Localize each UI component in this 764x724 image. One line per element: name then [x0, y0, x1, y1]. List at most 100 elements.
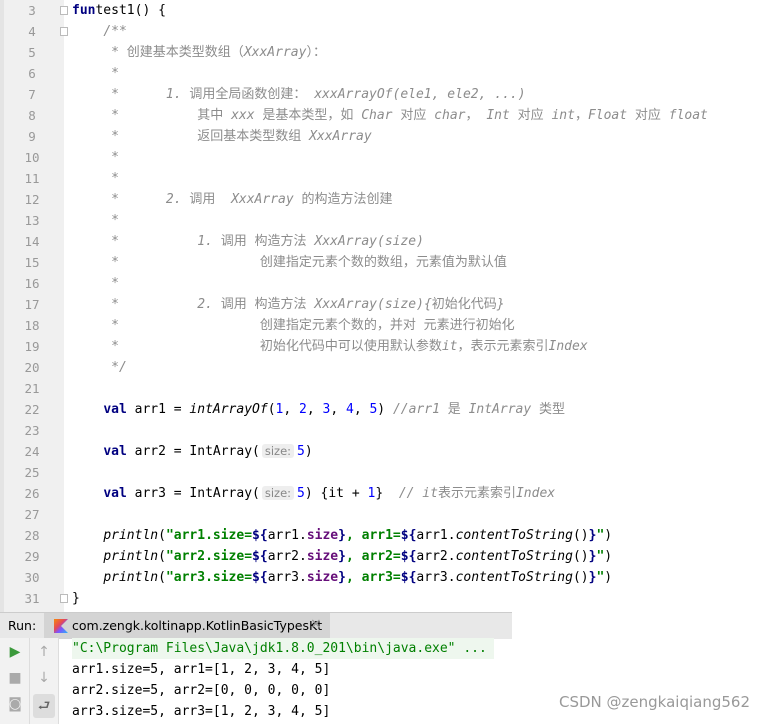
- run-tab-title: com.zengk.koltinapp.KotlinBasicTypesKt: [72, 618, 323, 633]
- code-token: (: [158, 549, 166, 564]
- code-token: * 1.: [72, 234, 221, 249]
- code-token: ${: [252, 570, 268, 585]
- code-token: *: [72, 129, 198, 144]
- code-token: 2: [299, 402, 307, 417]
- fold-icon[interactable]: [60, 6, 68, 15]
- code-token: (): [572, 570, 589, 585]
- code-token: }: [375, 486, 399, 501]
- code-token: contentToString: [455, 570, 573, 585]
- code-token: XxxArray: [231, 192, 302, 207]
- code-token: arr1 =: [126, 402, 190, 417]
- code-token: "arr1.size=: [165, 528, 253, 543]
- code-token: XxxArray: [309, 129, 372, 144]
- code-token: *: [72, 276, 119, 291]
- code-token: (: [158, 528, 166, 543]
- line-number: 23: [24, 423, 40, 438]
- code-token: ,: [330, 402, 346, 417]
- code-token: *: [72, 339, 260, 354]
- code-line: * 创建指定元素个数的数组，元素值为默认值: [72, 252, 507, 273]
- code-token: ,: [283, 402, 300, 417]
- fold-icon[interactable]: [60, 27, 68, 36]
- line-gutter: 3 4 5 6 7 8 9 10 11 12 13 14 15 16 17 18 19 20 21 22 23 24 25 2…: [0, 0, 64, 612]
- code-token: // it: [398, 486, 438, 501]
- line-number: 4: [28, 24, 36, 39]
- code-token: 表示元素索引: [437, 486, 516, 501]
- code-line: *: [72, 168, 119, 189]
- line-number: 21: [24, 381, 40, 396]
- code-token: 5: [297, 486, 305, 501]
- code-token: 对应: [400, 108, 435, 123]
- code-token: (: [267, 402, 276, 417]
- code-token: fun: [72, 3, 96, 18]
- code-token: arr1.: [267, 528, 307, 543]
- run-tab[interactable]: com.zengk.koltinapp.KotlinBasicTypesKt ×: [44, 613, 330, 639]
- code-line: */: [72, 357, 127, 378]
- code-token: IntArray: [468, 402, 540, 417]
- code-token: test1() {: [95, 3, 166, 18]
- code-token: 是: [447, 402, 469, 417]
- code-token: val: [103, 402, 127, 417]
- code-token: int: [551, 108, 575, 123]
- code-token: ): [604, 570, 613, 585]
- close-icon[interactable]: ×: [310, 616, 322, 632]
- code-token: (): [572, 549, 589, 564]
- code-token: *: [72, 213, 119, 228]
- console-output-line: arr1.size=5, arr1=[1, 2, 3, 4, 5]: [72, 662, 331, 677]
- code-token: arr3.: [416, 570, 456, 585]
- arrow-up-icon[interactable]: ↑: [34, 644, 54, 660]
- code-token: 对应: [517, 108, 552, 123]
- line-number: 19: [24, 339, 40, 354]
- code-token: ,: [306, 402, 323, 417]
- code-token: }: [338, 549, 346, 564]
- code-editor[interactable]: 3 4 5 6 7 8 9 10 11 12 13 14 15 16 17 18 19 20 21 22 23 24 25 2…: [0, 0, 764, 612]
- line-number: 8: [28, 108, 36, 123]
- code-token: ): [604, 528, 613, 543]
- code-token: size: [306, 549, 339, 564]
- code-token: 调用: [189, 192, 232, 207]
- parameter-hint: size:: [261, 486, 295, 500]
- code-token: size: [306, 528, 339, 543]
- code-line: * 1. 调用全局函数创建： xxxArrayOf(ele1, ele2, ..…: [72, 84, 525, 105]
- code-token: *: [72, 318, 260, 333]
- line-number: 28: [24, 528, 40, 543]
- line-number: 7: [28, 87, 36, 102]
- code-token: size: [306, 570, 339, 585]
- arrow-down-icon[interactable]: ↓: [34, 670, 54, 686]
- line-number: 14: [24, 234, 40, 249]
- stop-icon[interactable]: ■: [5, 670, 25, 686]
- code-token: Int: [486, 108, 518, 123]
- code-token: println: [103, 549, 159, 564]
- code-line: * 创建基本类型数组（XxxArray）：: [72, 42, 326, 63]
- code-token: , arr2=: [345, 549, 401, 564]
- line-number: 3: [28, 3, 36, 18]
- code-token: }: [496, 297, 505, 312]
- code-line: * 返回基本类型数组 XxxArray: [72, 126, 372, 147]
- code-line: * 初始化代码中可以使用默认参数it，表示元素索引Index: [72, 336, 588, 357]
- code-token: float: [668, 108, 708, 123]
- code-token: ，: [465, 108, 487, 123]
- code-token: Index: [548, 339, 588, 354]
- code-token: 创建指定元素个数的数组，元素值为默认值: [259, 255, 507, 270]
- code-token: Char: [361, 108, 401, 123]
- code-token: ): [377, 402, 393, 417]
- code-line: funtest1() {: [72, 0, 166, 21]
- line-number: 6: [28, 66, 36, 81]
- code-token: arr2.: [416, 549, 456, 564]
- code-token: 类型: [539, 402, 566, 417]
- code-token: 的构造方法创建: [301, 192, 393, 207]
- camera-icon[interactable]: ◙: [5, 696, 25, 712]
- code-token: 创建基本类型数组（: [126, 45, 244, 60]
- soft-wrap-icon[interactable]: ⮐: [33, 694, 55, 718]
- fold-icon[interactable]: [60, 594, 68, 603]
- play-icon[interactable]: ▶: [5, 644, 25, 660]
- line-number: 27: [24, 507, 40, 522]
- code-line: * 2. 调用 XxxArray 的构造方法创建: [72, 189, 393, 210]
- run-toolbar: Run: com.zengk.koltinapp.KotlinBasicType…: [0, 612, 512, 639]
- code-token: 其中: [197, 108, 232, 123]
- code-line: /**: [72, 21, 126, 42]
- console-panel: ▶ ■ ◙ ↑ ↓ ⮐ "C:\Program Files\Java\jdk1.…: [0, 638, 764, 724]
